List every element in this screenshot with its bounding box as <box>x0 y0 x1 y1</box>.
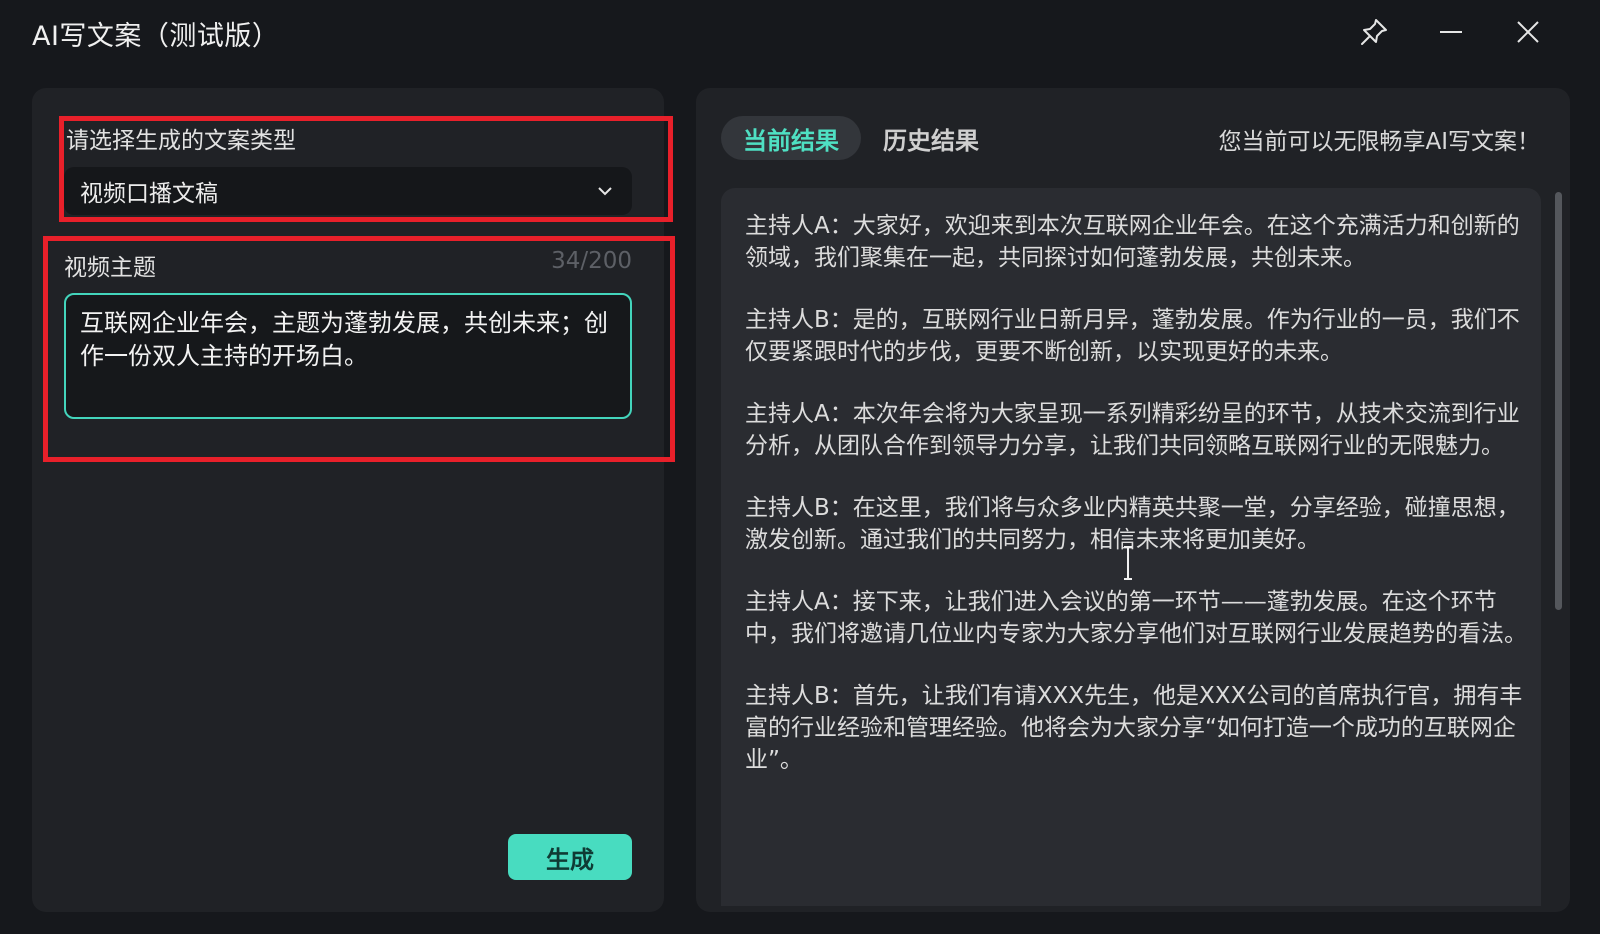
result-paragraph: 主持人B：首先，让我们有请XXX先生，他是XXX公司的首席执行官，拥有丰富的行业… <box>745 683 1523 773</box>
minimize-button[interactable] <box>1431 12 1471 52</box>
window-title: AI写文案（测试版） <box>32 21 280 52</box>
unlimited-usage-notice: 您当前可以无限畅享AI写文案！ <box>1218 129 1540 155</box>
close-button[interactable] <box>1508 12 1548 52</box>
result-paragraph: 主持人A：接下来，让我们进入会议的第一环节——蓬勃发展。在这个环节中，我们将邀请… <box>745 589 1527 647</box>
ai-copywriting-window: AI写文案（测试版） 请选择生成的文案类型 视频口播文稿 视频主题 34/200… <box>0 0 1600 934</box>
result-paragraph: 主持人B：是的，互联网行业日新月异，蓬勃发展。作为行业的一员，我们不仅要紧跟时代… <box>745 307 1520 365</box>
pin-button[interactable] <box>1354 12 1394 52</box>
pin-icon <box>1359 17 1389 47</box>
text-cursor-icon <box>1123 545 1133 581</box>
result-paragraph: 主持人B：在这里，我们将与众多业内精英共聚一堂，分享经验，碰撞思想，激发创新。通… <box>745 495 1520 553</box>
generate-button[interactable]: 生成 <box>508 834 632 880</box>
highlight-box-copy-type <box>59 116 673 222</box>
tab-current-result[interactable]: 当前结果 <box>721 116 861 160</box>
result-content: 主持人A：大家好，欢迎来到本次互联网企业年会。在这个充满活力和创新的领域，我们聚… <box>745 210 1529 806</box>
tab-history-result[interactable]: 历史结果 <box>876 116 986 160</box>
result-scrollbar[interactable] <box>1555 192 1562 610</box>
result-paragraph: 主持人A：本次年会将为大家呈现一系列精彩纷呈的环节，从技术交流到行业分析，从团队… <box>745 401 1520 459</box>
result-paragraph: 主持人A：大家好，欢迎来到本次互联网企业年会。在这个充满活力和创新的领域，我们聚… <box>745 213 1520 271</box>
close-icon <box>1515 19 1541 45</box>
highlight-box-video-topic <box>43 236 675 462</box>
minimize-icon <box>1438 19 1464 45</box>
